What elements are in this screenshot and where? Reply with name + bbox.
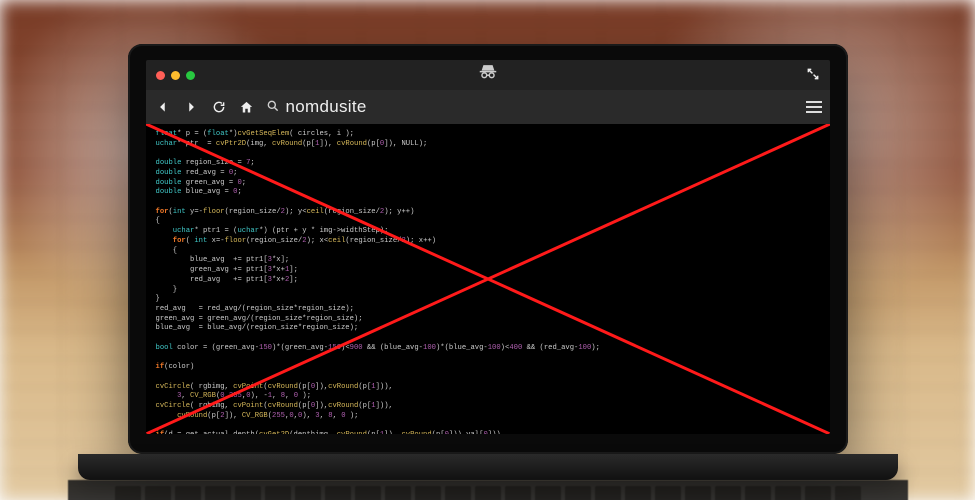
window-controls xyxy=(156,71,195,80)
page-content: float* p = (float*)cvGetSeqElem( circles… xyxy=(146,124,830,434)
navbar: nomdusite xyxy=(146,90,830,124)
menu-button[interactable] xyxy=(806,101,822,113)
laptop-keyboard xyxy=(68,480,908,500)
laptop-hinge xyxy=(78,454,898,480)
code-block: float* p = (float*)cvGetSeqElem( circles… xyxy=(146,124,830,434)
incognito-icon xyxy=(477,62,499,89)
fullscreen-button[interactable] xyxy=(806,67,820,84)
home-button[interactable] xyxy=(238,98,256,116)
back-button[interactable] xyxy=(154,98,172,116)
forward-button[interactable] xyxy=(182,98,200,116)
screen-bezel: nomdusite float* p = (float*)cvGetSeqEle… xyxy=(128,44,848,454)
minimize-dot[interactable] xyxy=(171,71,180,80)
search-icon xyxy=(266,99,280,116)
address-bar[interactable]: nomdusite xyxy=(266,97,796,117)
maximize-dot[interactable] xyxy=(186,71,195,80)
laptop-mockup: nomdusite float* p = (float*)cvGetSeqEle… xyxy=(128,44,848,500)
address-value: nomdusite xyxy=(286,97,367,117)
close-dot[interactable] xyxy=(156,71,165,80)
reload-button[interactable] xyxy=(210,98,228,116)
browser-window: nomdusite float* p = (float*)cvGetSeqEle… xyxy=(146,60,830,434)
titlebar xyxy=(146,60,830,90)
